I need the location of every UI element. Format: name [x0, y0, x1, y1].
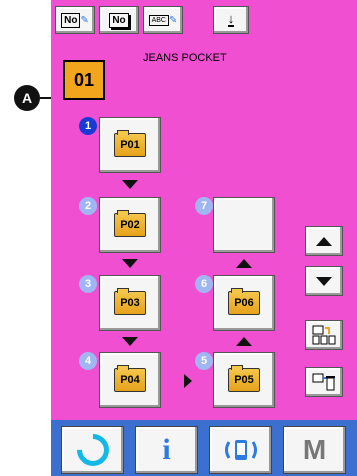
- communication-icon: [224, 440, 257, 460]
- name-edit-button[interactable]: ABC ✎: [143, 6, 183, 34]
- step-number-7: 7: [195, 197, 213, 215]
- arrow-up-icon: [236, 259, 252, 268]
- folder-icon: P01: [114, 130, 146, 157]
- info-i-icon: i: [162, 433, 171, 466]
- arrow-right-icon: [184, 374, 192, 388]
- step-number-5: 5: [195, 352, 213, 370]
- pattern-number-button[interactable]: 01: [63, 60, 105, 100]
- step-number-3: 3: [79, 275, 97, 293]
- folder-icon: P03: [114, 288, 146, 315]
- insert-grid-icon: [312, 325, 336, 345]
- arrow-down-icon: [122, 259, 138, 268]
- arrow-down-line-icon: ↓: [227, 11, 235, 27]
- pattern-step-6[interactable]: P06: [213, 275, 275, 331]
- communication-button[interactable]: [209, 426, 272, 474]
- step-number-6: 6: [195, 275, 213, 293]
- power-ring-icon: [69, 427, 116, 473]
- folder-icon: P04: [114, 365, 146, 392]
- insert-pattern-button[interactable]: [305, 320, 343, 350]
- step-number-1: 1: [79, 117, 97, 135]
- ready-button[interactable]: [61, 426, 124, 474]
- info-button[interactable]: i: [135, 426, 198, 474]
- panel-screen: No ✎ No ABC ✎ ↓ 01 JEANS POCKET 1 P01 2 P0…: [51, 0, 357, 476]
- pattern-title: JEANS POCKET: [143, 52, 227, 64]
- bottom-bar: i M: [51, 420, 357, 476]
- pattern-step-2[interactable]: P02: [99, 197, 161, 253]
- pattern-number: 01: [73, 69, 95, 90]
- arrow-up-icon: [236, 337, 252, 346]
- delete-pattern-button[interactable]: [305, 367, 343, 397]
- scroll-down-button[interactable]: [305, 266, 343, 296]
- delete-bin-icon: [312, 373, 335, 391]
- no-pencil-icon: No: [61, 12, 81, 28]
- callout-a: A: [14, 85, 40, 111]
- download-button[interactable]: ↓: [213, 6, 249, 34]
- triangle-up-icon: [316, 236, 332, 246]
- pattern-step-7[interactable]: [213, 197, 275, 253]
- folder-icon: P05: [228, 365, 260, 392]
- pattern-step-4[interactable]: P04: [99, 352, 161, 408]
- step-number-2: 2: [79, 197, 97, 215]
- step-number-4: 4: [79, 352, 97, 370]
- folder-icon: P06: [228, 288, 260, 315]
- pattern-step-3[interactable]: P03: [99, 275, 161, 331]
- no-edit-button[interactable]: No ✎: [55, 6, 95, 34]
- scroll-up-button[interactable]: [305, 226, 343, 256]
- pattern-step-1[interactable]: P01: [99, 117, 161, 173]
- no-copy-button[interactable]: No: [99, 6, 139, 34]
- no-copy-icon: No: [109, 12, 129, 28]
- arrow-down-icon: [122, 337, 138, 346]
- arrow-down-icon: [122, 180, 138, 189]
- triangle-down-icon: [316, 276, 332, 286]
- abc-pencil-icon: ABC: [148, 14, 169, 26]
- pattern-step-5[interactable]: P05: [213, 352, 275, 408]
- mode-button[interactable]: M: [283, 426, 346, 474]
- folder-icon: P02: [114, 210, 146, 237]
- mode-m-icon: M: [302, 434, 327, 465]
